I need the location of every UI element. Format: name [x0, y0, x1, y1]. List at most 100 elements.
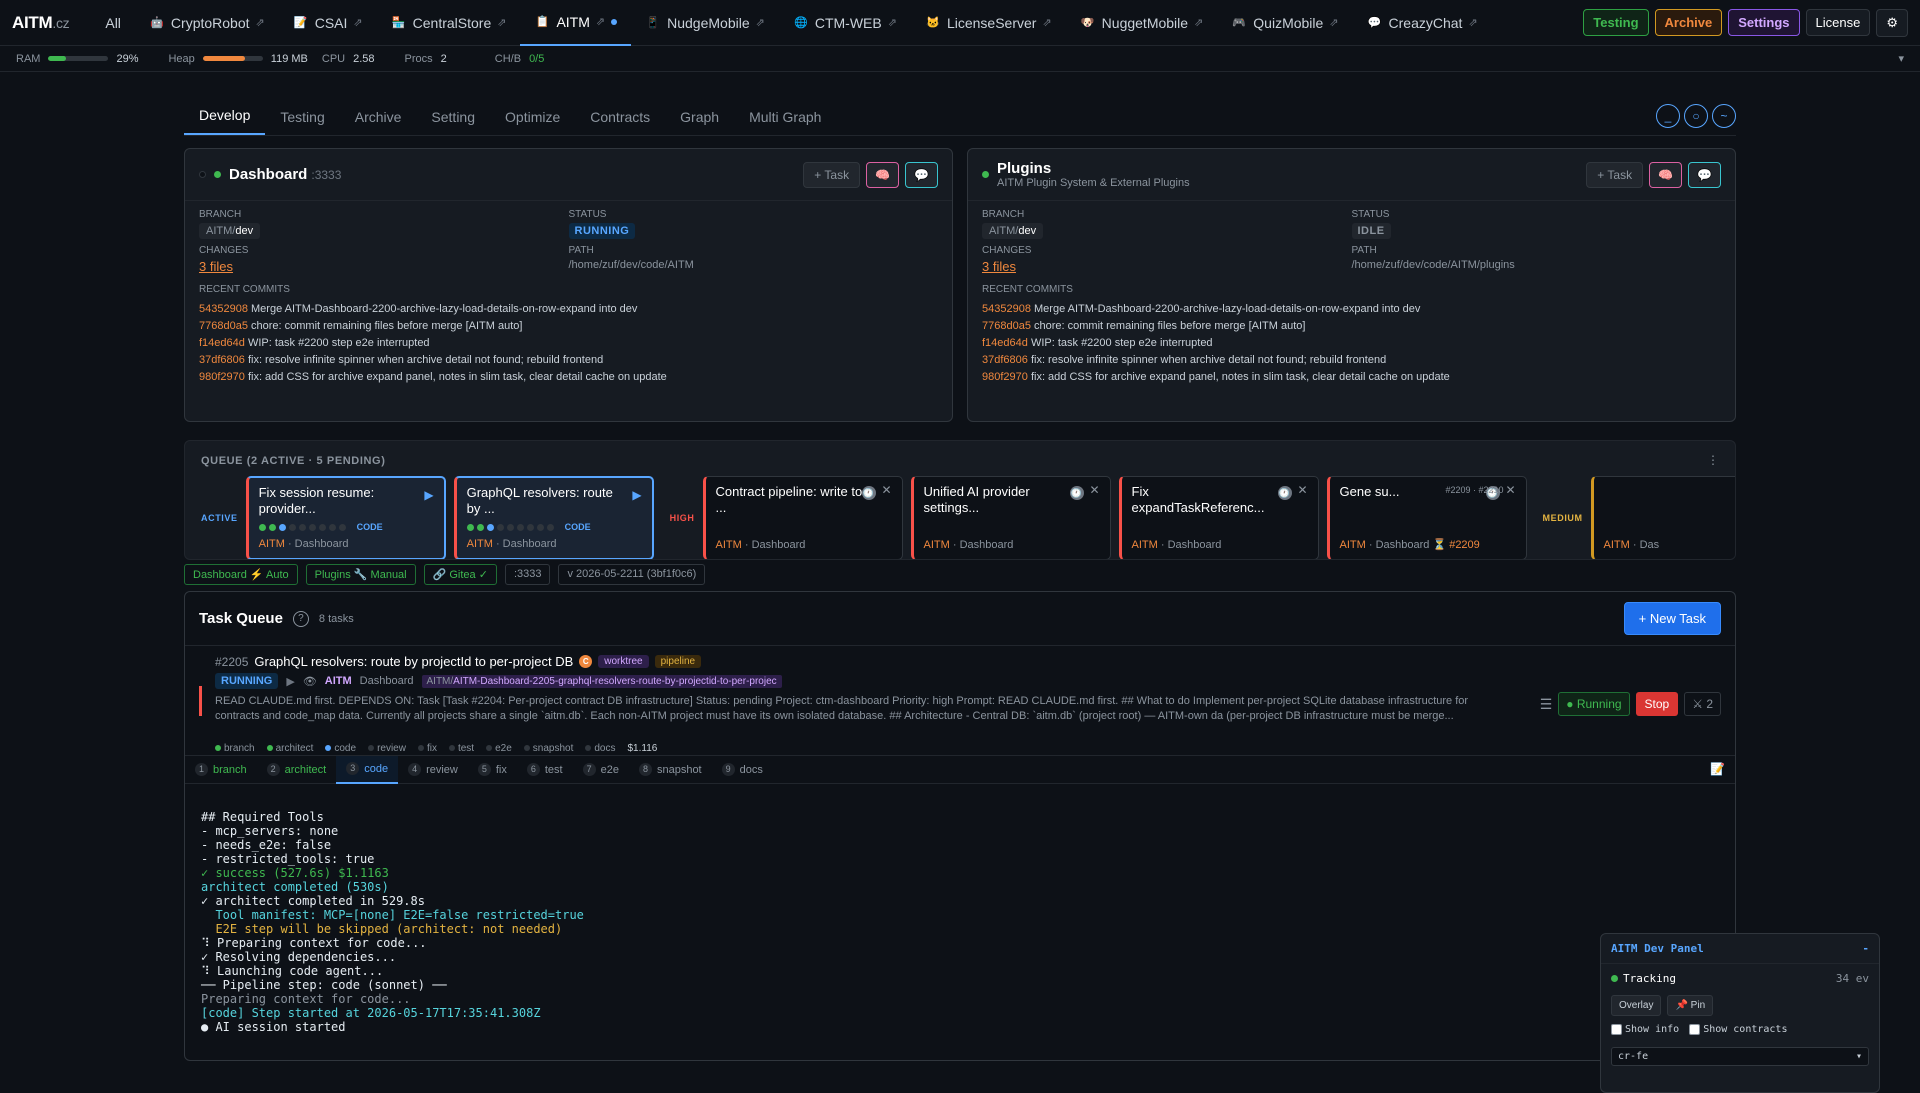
play-icon[interactable]: ▶	[424, 488, 433, 502]
commit-hash[interactable]: 54352908	[982, 303, 1031, 315]
changes-link[interactable]: 3 files	[982, 259, 1016, 274]
license-button[interactable]: License	[1805, 9, 1871, 36]
more-icon[interactable]: ⋮	[1707, 453, 1719, 467]
queue-card[interactable]: 🕐✕AITM · Das	[1590, 476, 1735, 559]
external-link-icon[interactable]: ⇗	[1042, 16, 1051, 29]
nav-tab-quizmobile[interactable]: 🎮 QuizMobile ⇗	[1217, 0, 1352, 46]
tab-develop[interactable]: Develop	[184, 107, 266, 135]
card-title[interactable]: Dashboard	[229, 166, 307, 183]
nav-tab-cryptorobot[interactable]: 🤖 CryptoRobot ⇗	[135, 0, 279, 46]
project-select[interactable]: cr-fe ▾	[1611, 1047, 1869, 1066]
nav-tab-nudgemobile[interactable]: 📱 NudgeMobile ⇗	[631, 0, 779, 46]
tab-multi-graph[interactable]: Multi Graph	[734, 109, 836, 135]
gear-icon[interactable]: ⚙	[1876, 8, 1908, 37]
nav-tab-nuggetmobile[interactable]: 🐶 NuggetMobile ⇗	[1066, 0, 1218, 46]
eye-icon[interactable]: 👁	[303, 675, 317, 688]
settings-button[interactable]: Settings	[1728, 9, 1800, 36]
minimize-button[interactable]: -	[1862, 942, 1869, 955]
nav-all-tab[interactable]: All	[91, 0, 135, 46]
status-chip[interactable]: 🔗 Gitea ✓	[423, 564, 497, 585]
minimize-icon[interactable]: _	[1656, 104, 1680, 128]
tab-optimize[interactable]: Optimize	[490, 109, 575, 135]
changes-link[interactable]: 3 files	[199, 259, 233, 274]
testing-button[interactable]: Testing	[1583, 9, 1649, 36]
close-icon[interactable]: ✕	[1089, 483, 1099, 497]
queue-card[interactable]: GraphQL resolvers: route by ... ▶ CODE AITM…	[453, 476, 654, 559]
queue-card[interactable]: Fix session resume: provider... ▶ CODE AITM…	[245, 476, 446, 559]
card-title[interactable]: Plugins	[997, 160, 1051, 177]
tab-contracts[interactable]: Contracts	[575, 109, 665, 135]
queue-card[interactable]: Unified AI provider settings... 🕐 ✕ AITM · …	[910, 476, 1111, 559]
external-link-icon[interactable]: ⇗	[256, 16, 265, 29]
chat-icon[interactable]: 💬	[1688, 161, 1721, 188]
chevron-down-icon[interactable]: ▾	[1898, 52, 1904, 65]
status-chip[interactable]: Dashboard ⚡ Auto	[184, 564, 298, 585]
commit-row[interactable]: 37df6806 fix: resolve infinite spinner w…	[982, 352, 1721, 369]
external-link-icon[interactable]: ⇗	[353, 16, 362, 29]
play-icon[interactable]: ▶	[632, 488, 641, 502]
external-link-icon[interactable]: ⇗	[888, 16, 897, 29]
nav-tab-ctm-web[interactable]: 🌐 CTM-WEB ⇗	[779, 0, 911, 46]
commit-row[interactable]: 980f2970 fix: add CSS for archive expand…	[199, 369, 938, 386]
external-link-icon[interactable]: ⇗	[497, 16, 506, 29]
step-tab-docs[interactable]: 9 docs	[712, 756, 773, 784]
help-icon[interactable]: ?	[292, 610, 309, 627]
external-link-icon[interactable]: ⇗	[756, 16, 765, 29]
step-tab-review[interactable]: 4 review	[398, 756, 468, 784]
commit-row[interactable]: 980f2970 fix: add CSS for archive expand…	[982, 369, 1721, 386]
status-chip[interactable]: :3333	[504, 564, 551, 585]
external-link-icon[interactable]: ⇗	[1468, 16, 1477, 29]
commit-hash[interactable]: 37df6806	[982, 354, 1028, 366]
tab-setting[interactable]: Setting	[416, 109, 490, 135]
commit-row[interactable]: 54352908 Merge AITM-Dashboard-2200-archi…	[982, 301, 1721, 318]
brain-icon[interactable]: 🧠	[1649, 161, 1683, 188]
close-icon[interactable]: ✕	[881, 483, 891, 497]
add-task-button[interactable]: + Task	[803, 161, 861, 188]
commit-hash[interactable]: 7768d0a5	[199, 320, 248, 332]
commit-row[interactable]: f14ed64d WIP: task #2200 step e2e interr…	[199, 335, 938, 352]
add-task-button[interactable]: + Task	[1586, 161, 1644, 188]
play-icon[interactable]: ▶	[286, 675, 294, 688]
overlay-button[interactable]: Overlay	[1611, 995, 1662, 1016]
menu-icon[interactable]: ☰	[1540, 696, 1553, 713]
archive-button[interactable]: Archive	[1654, 9, 1723, 36]
status-chip[interactable]: v 2026-05-2211 (3bf1f0c6)	[558, 564, 706, 585]
queue-card[interactable]: Fix expandTaskReferenc... 🕐 ✕ AITM · Dashbo…	[1118, 476, 1319, 559]
commit-row[interactable]: f14ed64d WIP: task #2200 step e2e interr…	[982, 335, 1721, 352]
tab-graph[interactable]: Graph	[665, 109, 734, 135]
commit-row[interactable]: 54352908 Merge AITM-Dashboard-2200-archi…	[199, 301, 938, 318]
external-link-icon[interactable]: ⇗	[1194, 16, 1203, 29]
commit-hash[interactable]: 37df6806	[199, 354, 245, 366]
step-tab-architect[interactable]: 2 architect	[257, 756, 337, 784]
nav-tab-creazychat[interactable]: 💬 CreazyChat ⇗	[1353, 0, 1492, 46]
close-icon[interactable]: ✕	[1297, 483, 1307, 497]
external-link-icon[interactable]: ⇗	[1329, 16, 1338, 29]
show-info-checkbox[interactable]: Show info	[1611, 1024, 1679, 1035]
commit-hash[interactable]: 980f2970	[982, 371, 1028, 383]
task-row[interactable]: #2205 GraphQL resolvers: route by projec…	[185, 646, 1735, 756]
queue-card[interactable]: Gene su... 🕐 ✕ AITM · Dashboard ⏳ #2209 #220…	[1326, 476, 1527, 559]
brain-icon[interactable]: 🧠	[866, 161, 900, 188]
step-tab-test[interactable]: 6 test	[517, 756, 573, 784]
circle-icon[interactable]: ○	[1684, 104, 1708, 128]
tab-archive[interactable]: Archive	[340, 109, 417, 135]
stop-button[interactable]: Stop	[1635, 692, 1679, 716]
show-contracts-checkbox[interactable]: Show contracts	[1689, 1024, 1787, 1035]
commit-hash[interactable]: f14ed64d	[199, 337, 245, 349]
step-tab-e2e[interactable]: 7 e2e	[573, 756, 629, 784]
step-tab-branch[interactable]: 1 branch	[185, 756, 257, 784]
commit-hash[interactable]: 7768d0a5	[982, 320, 1031, 332]
tab-testing[interactable]: Testing	[265, 109, 339, 135]
agents-button[interactable]: ⚔ 2	[1684, 692, 1721, 716]
brand-logo[interactable]: AITM.cz	[12, 13, 70, 33]
commit-hash[interactable]: f14ed64d	[982, 337, 1028, 349]
commit-row[interactable]: 37df6806 fix: resolve infinite spinner w…	[199, 352, 938, 369]
commit-row[interactable]: 7768d0a5 chore: commit remaining files b…	[982, 318, 1721, 335]
nav-tab-centralstore[interactable]: 🏪 CentralStore ⇗	[377, 0, 521, 46]
nav-tab-aitm[interactable]: 📋 AITM ⇗	[520, 0, 632, 46]
commit-hash[interactable]: 54352908	[199, 303, 248, 315]
new-task-button[interactable]: + New Task	[1623, 602, 1721, 635]
nav-tab-licenseserver[interactable]: 🐱 LicenseServer ⇗	[911, 0, 1066, 46]
task-name[interactable]: GraphQL resolvers: route by projectId to…	[254, 654, 573, 669]
step-tab-fix[interactable]: 5 fix	[468, 756, 517, 784]
